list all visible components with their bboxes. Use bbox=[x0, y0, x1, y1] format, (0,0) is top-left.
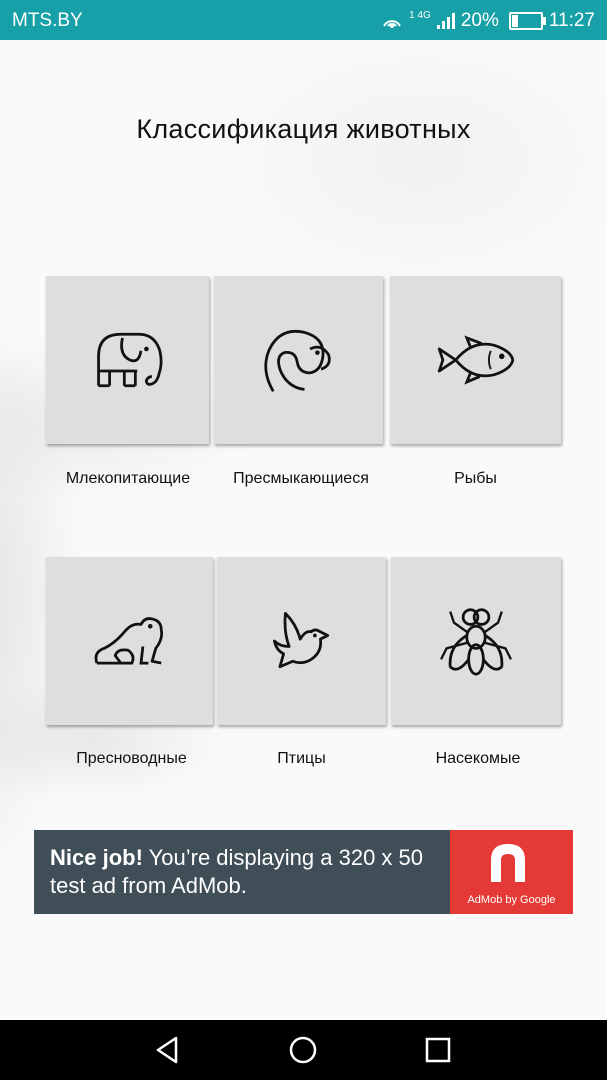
category-tile-birds[interactable] bbox=[217, 557, 386, 725]
admob-test-banner[interactable]: Nice job! You’re displaying a 320 x 50 t… bbox=[34, 830, 573, 914]
fish-icon bbox=[437, 335, 514, 385]
category-label-mammals: Млекопитающие bbox=[65, 470, 191, 487]
category-label-fish: Рыбы bbox=[454, 470, 497, 487]
category-label-freshwater: Пресноводные bbox=[76, 750, 187, 767]
category-tile-insects[interactable] bbox=[391, 557, 561, 725]
admob-logo-icon bbox=[491, 844, 525, 882]
fly-icon bbox=[440, 608, 512, 676]
elephant-icon bbox=[96, 332, 162, 388]
category-tile-freshwater[interactable] bbox=[46, 557, 213, 725]
category-tile-mammals[interactable] bbox=[46, 276, 209, 444]
bird-icon bbox=[272, 612, 329, 669]
ad-bold-text: Nice job! bbox=[50, 845, 143, 870]
category-label-insects: Насекомые bbox=[435, 750, 521, 767]
page-title: Классификация животных bbox=[136, 114, 471, 144]
category-tile-fish[interactable] bbox=[390, 276, 561, 444]
admob-logo-box: AdMob by Google bbox=[450, 830, 573, 914]
status-bar: MTS.BY 1 4G 20% 11:27 bbox=[0, 0, 607, 40]
battery-charging-icon bbox=[508, 12, 546, 30]
admob-brand-label: AdMob by Google bbox=[467, 894, 556, 906]
signal-icon bbox=[436, 13, 455, 29]
frog-icon bbox=[94, 617, 163, 665]
category-label-birds: Птицы bbox=[277, 750, 326, 767]
snake-icon bbox=[263, 329, 331, 392]
category-tile-reptiles[interactable] bbox=[214, 276, 383, 444]
back-icon[interactable] bbox=[152, 1034, 184, 1066]
network-type: 1 4G bbox=[409, 9, 431, 21]
navigation-bar bbox=[0, 1020, 607, 1080]
hotspot-icon bbox=[381, 12, 403, 30]
ad-text: Nice job! You’re displaying a 320 x 50 t… bbox=[50, 844, 450, 900]
battery-percent: 20% bbox=[460, 10, 499, 31]
carrier-name: MTS.BY bbox=[12, 10, 83, 31]
recents-icon[interactable] bbox=[422, 1034, 454, 1066]
clock: 11:27 bbox=[548, 10, 595, 31]
home-icon[interactable] bbox=[287, 1034, 319, 1066]
category-label-reptiles: Пресмыкающиеся bbox=[233, 470, 369, 487]
